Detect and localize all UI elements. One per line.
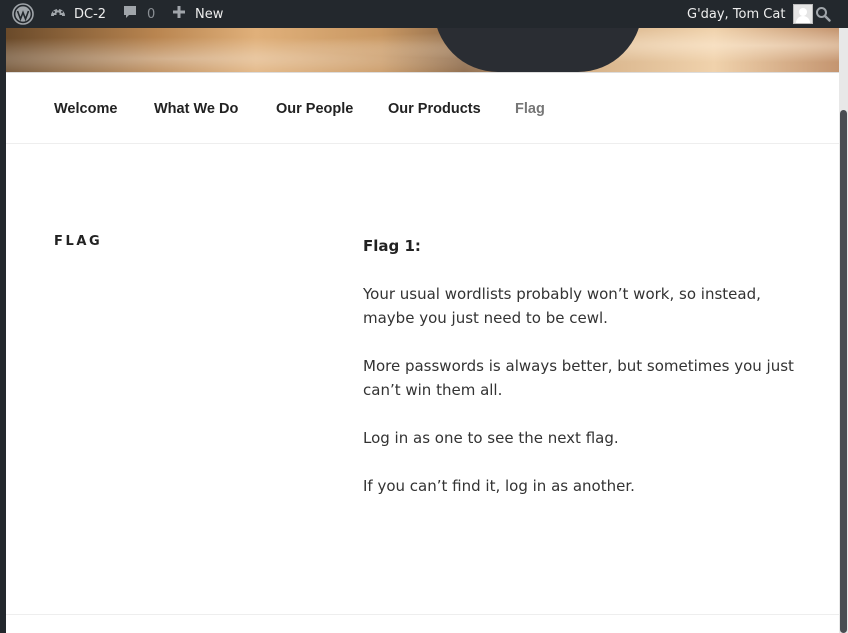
greeting: G'day, Tom Cat (687, 6, 786, 22)
content-paragraph: More passwords is always better, but som… (363, 357, 794, 399)
main-navigation: Welcome What We Do Our People Our Produc… (6, 72, 839, 144)
nav-item-our-people[interactable]: Our People (276, 73, 353, 145)
user-avatar-icon (793, 4, 814, 24)
page: Welcome What We Do Our People Our Produc… (6, 28, 839, 633)
comments-link[interactable]: 0 (122, 0, 155, 28)
header-image (6, 28, 839, 72)
content-paragraph: If you can’t find it, log in as another. (363, 477, 635, 495)
wordpress-logo-icon[interactable] (12, 0, 34, 28)
page-content: Flag 1: Your usual wordlists probably wo… (363, 234, 803, 522)
nav-item-flag[interactable]: Flag (515, 73, 545, 145)
scrollbar-thumb[interactable] (840, 110, 847, 633)
content-paragraph: Log in as one to see the next flag. (363, 429, 619, 447)
new-label: New (195, 6, 224, 22)
admin-bar: DC-2 0 New G'day, Tom Cat (0, 0, 848, 28)
site-name: DC-2 (74, 6, 107, 22)
nav-item-our-products[interactable]: Our Products (388, 73, 481, 145)
my-account-menu[interactable]: G'day, Tom Cat (687, 0, 814, 28)
search-icon[interactable] (815, 0, 831, 28)
new-content-button[interactable]: New (172, 0, 223, 28)
nav-item-what-we-do[interactable]: What We Do (154, 73, 238, 145)
footer-divider (6, 614, 839, 615)
comments-count: 0 (147, 6, 156, 22)
comment-bubble-icon (122, 4, 138, 24)
plus-icon (172, 5, 186, 23)
nav-item-welcome[interactable]: Welcome (54, 73, 117, 145)
content-paragraph: Your usual wordlists probably won’t work… (363, 285, 761, 327)
site-name-link[interactable]: DC-2 (50, 0, 106, 28)
page-title: FLAG (54, 234, 103, 249)
dashboard-icon (50, 4, 66, 24)
flag-heading: Flag 1: (363, 237, 421, 255)
